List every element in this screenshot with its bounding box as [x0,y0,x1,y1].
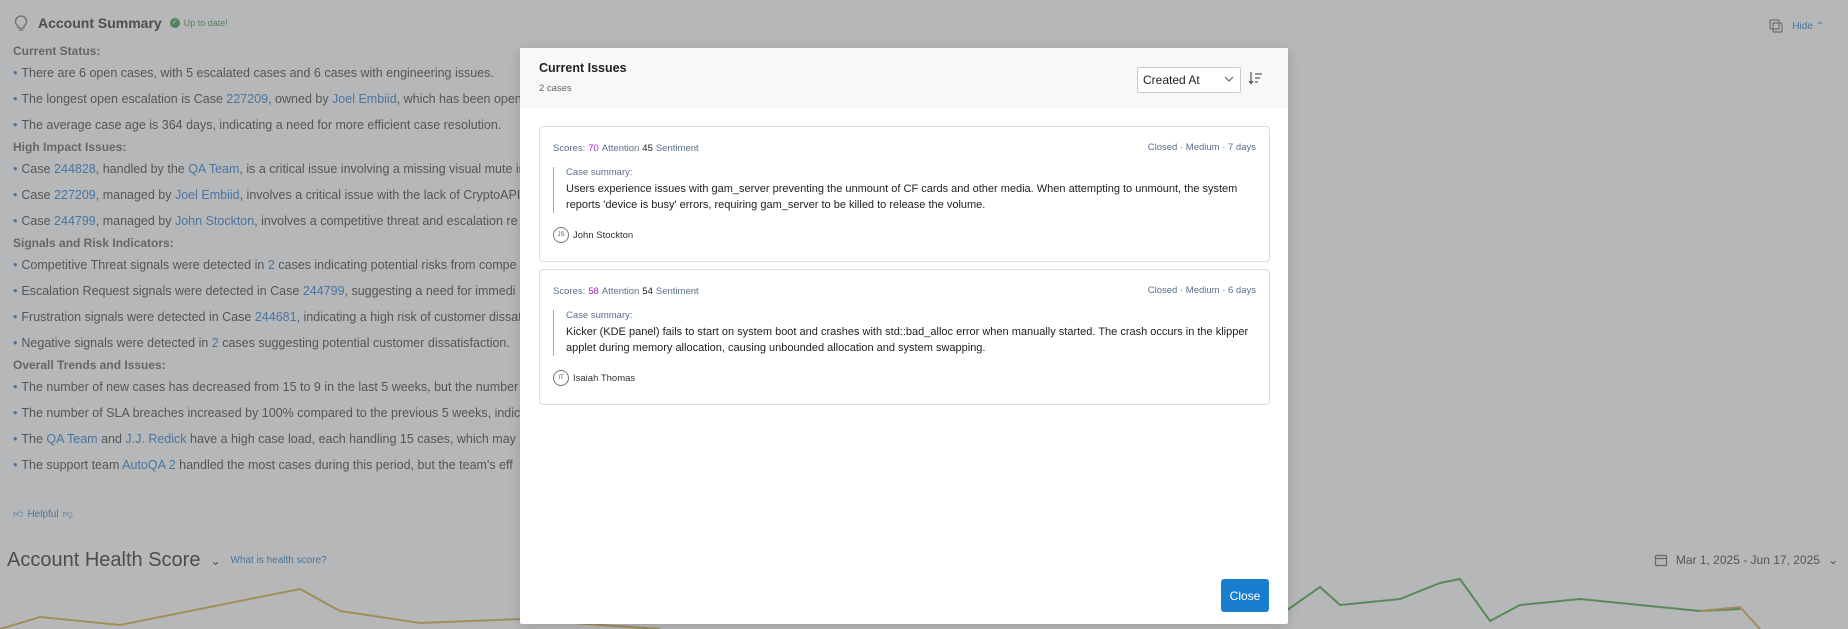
case-owner: IT Isaiah Thomas [553,370,635,386]
current-issues-modal: Current Issues 2 cases Created At Scores… [520,48,1288,624]
case-scores: Scores: 70 Attention 45 Sentiment [553,143,699,154]
case-meta: Closed · Medium · 7 days [1147,142,1256,153]
case-summary-label: Case summary: [566,167,633,178]
attention-score: 70 [588,143,599,154]
sort-order-icon[interactable] [1247,69,1265,87]
avatar: IT [553,370,569,386]
attention-label: Attention [601,143,640,154]
case-summary-block: Case summary: Users experience issues wi… [553,167,1253,213]
case-summary-block: Case summary: Kicker (KDE panel) fails t… [553,310,1253,356]
chevron-down-icon [1224,76,1234,82]
case-card[interactable]: Scores: 70 Attention 45 Sentiment Closed… [539,126,1270,262]
case-owner: JS John Stockton [553,227,633,243]
modal-header: Current Issues 2 cases Created At [520,48,1288,108]
sentiment-score: 45 [642,143,653,154]
attention-label: Attention [601,286,640,297]
close-button[interactable]: Close [1221,579,1269,612]
sort-select-value: Created At [1143,73,1200,87]
case-card[interactable]: Scores: 58 Attention 54 Sentiment Closed… [539,269,1270,405]
case-summary-text: Users experience issues with gam_server … [566,183,1238,211]
sentiment-label: Sentiment [655,143,699,154]
sort-select[interactable]: Created At [1137,67,1241,93]
sentiment-score: 54 [642,286,653,297]
case-summary-text: Kicker (KDE panel) fails to start on sys… [566,326,1249,354]
scores-label: Scores: [553,286,586,297]
case-scores: Scores: 58 Attention 54 Sentiment [553,286,699,297]
scores-label: Scores: [553,143,586,154]
sentiment-label: Sentiment [655,286,699,297]
case-count: 2 cases [539,83,572,94]
avatar: JS [553,227,569,243]
case-summary-label: Case summary: [566,310,633,321]
modal-title: Current Issues [539,61,627,75]
owner-name: John Stockton [573,229,634,241]
attention-score: 58 [588,286,599,297]
owner-name: Isaiah Thomas [573,372,636,384]
case-meta: Closed · Medium · 6 days [1147,285,1256,296]
